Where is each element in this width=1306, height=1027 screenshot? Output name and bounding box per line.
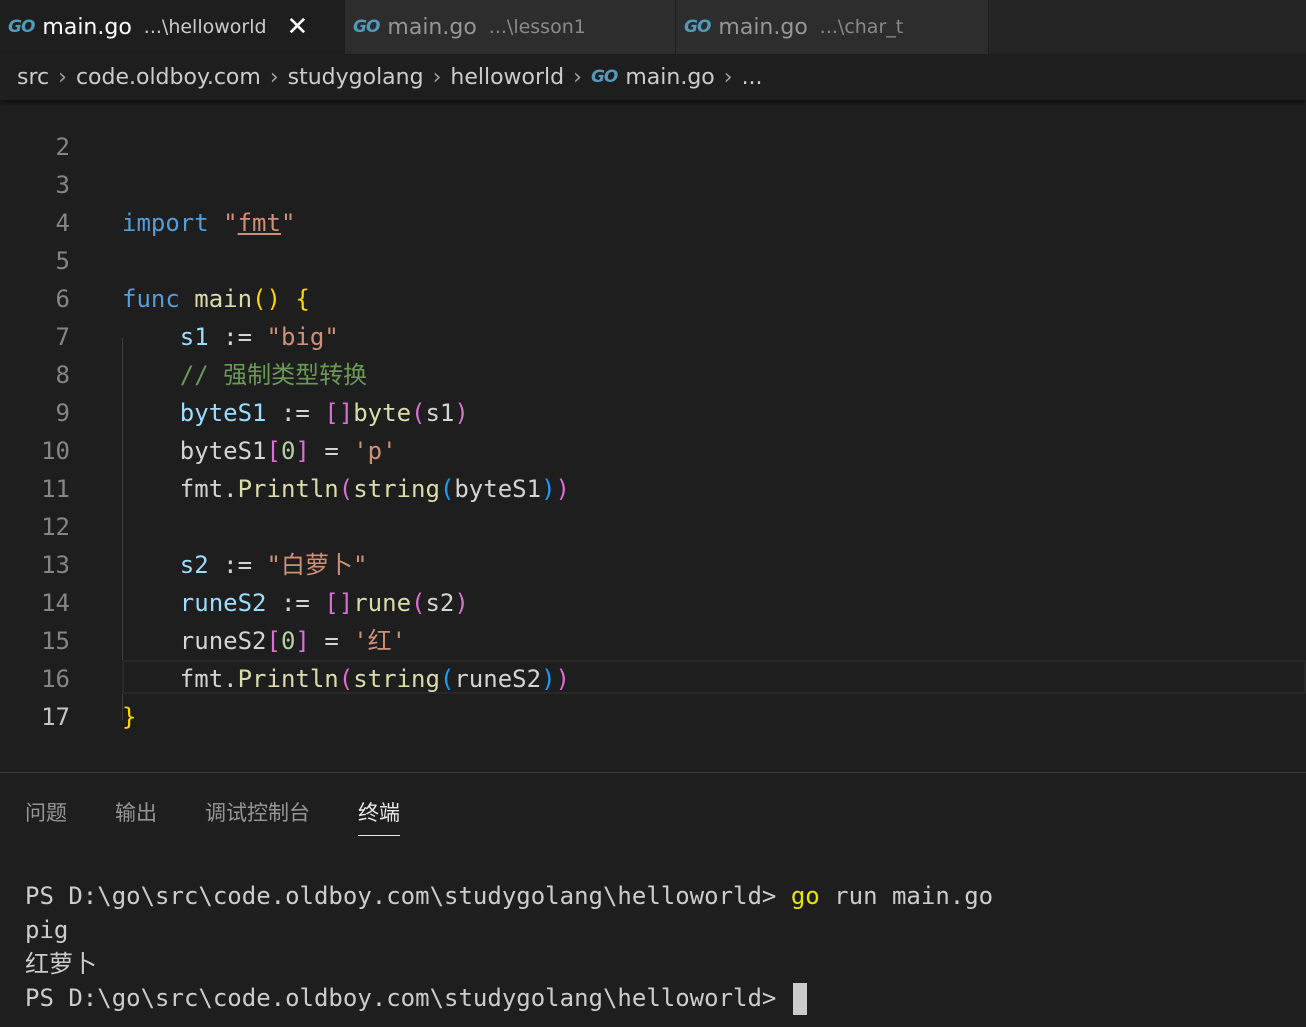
code-editor[interactable]: 2 3 import "fmt" 4 5 func main() { 6 s1 …	[0, 100, 1306, 772]
go-file-icon: GO	[684, 17, 711, 37]
terminal-command-go: go	[790, 882, 820, 910]
terminal-cursor	[792, 983, 807, 1015]
tab-file-path: ...\lesson1	[488, 16, 586, 38]
code-line[interactable]: 5 func main() {	[0, 204, 1306, 313]
code-line[interactable]: 8 byteS1 := []byte(s1)	[0, 318, 1306, 427]
code-line[interactable]: 16 }	[0, 622, 1306, 731]
tab-problems[interactable]: 问题	[25, 797, 67, 836]
terminal-line: PS D:\go\src\code.oldboy.com\studygolang…	[25, 981, 993, 1015]
tab-terminal[interactable]: 终端	[358, 797, 400, 836]
code-line[interactable]: 11	[0, 432, 1306, 503]
breadcrumb-item-symbols[interactable]: ...	[742, 65, 763, 90]
code-line[interactable]: 4	[0, 166, 1306, 237]
chevron-right-icon: ›	[432, 64, 442, 90]
code-line[interactable]: 2	[0, 100, 1306, 161]
tab-main-go-helloworld[interactable]: GO main.go ...\helloworld ✕	[0, 0, 345, 54]
chevron-right-icon: ›	[269, 64, 279, 90]
chevron-right-icon: ›	[58, 64, 67, 90]
tab-file-name: main.go	[718, 14, 808, 40]
terminal-command-args: run main.go	[819, 882, 994, 910]
code-line[interactable]: 6 s1 := "big"	[0, 242, 1306, 351]
tab-main-go-char-t[interactable]: GO main.go ...\char_t	[676, 0, 989, 54]
tab-output[interactable]: 输出	[115, 797, 157, 836]
code-line[interactable]: 7 // 强制类型转换	[0, 280, 1306, 389]
breadcrumb-item-studygolang[interactable]: studygolang	[288, 65, 424, 90]
breadcrumb-item-code-oldboy-com[interactable]: code.oldboy.com	[76, 65, 261, 90]
code-token: }	[122, 703, 137, 731]
code-line[interactable]: 17	[0, 660, 1306, 731]
code-line[interactable]: 12 s2 := "白萝卜"	[0, 470, 1306, 579]
code-line[interactable]: 9 byteS1[0] = 'p'	[0, 356, 1306, 465]
editor-tab-bar: GO main.go ...\helloworld ✕ GO main.go .…	[0, 0, 1306, 54]
code-line[interactable]: 10 fmt.Println(string(byteS1))	[0, 394, 1306, 503]
terminal[interactable]: PS D:\go\src\code.oldboy.com\studygolang…	[25, 879, 993, 1015]
code-line[interactable]: 13 runeS2 := []rune(s2)	[0, 508, 1306, 617]
code-line[interactable]: 3 import "fmt"	[0, 128, 1306, 237]
terminal-line: PS D:\go\src\code.oldboy.com\studygolang…	[25, 879, 993, 913]
tab-debug-console[interactable]: 调试控制台	[205, 797, 310, 836]
tab-file-name: main.go	[42, 14, 132, 40]
bottom-panel: 问题 输出 调试控制台 终端 PS D:\go\src\code.oldboy.…	[0, 772, 1306, 1027]
tab-file-name: main.go	[387, 14, 477, 40]
go-file-icon: GO	[590, 67, 618, 87]
tab-main-go-lesson1[interactable]: GO main.go ...\lesson1	[345, 0, 676, 54]
chevron-right-icon: ›	[573, 64, 582, 90]
code-line[interactable]: 15 fmt.Println(string(runeS2))	[0, 584, 1306, 693]
terminal-output: 红萝卜	[25, 950, 97, 978]
breadcrumb-item-main-go[interactable]: main.go	[625, 65, 714, 90]
close-icon[interactable]: ✕	[287, 14, 309, 40]
terminal-output: pig	[25, 916, 69, 944]
terminal-prompt: PS D:\go\src\code.oldboy.com\studygolang…	[25, 984, 791, 1012]
go-file-icon: GO	[353, 17, 380, 37]
breadcrumb-item-src[interactable]: src	[17, 65, 49, 90]
line-number: 17	[41, 703, 70, 731]
chevron-right-icon: ›	[723, 64, 733, 90]
tab-file-path: ...\char_t	[819, 16, 904, 38]
breadcrumb-item-helloworld[interactable]: helloworld	[450, 65, 564, 90]
go-file-icon: GO	[8, 17, 35, 37]
tab-file-path: ...\helloworld	[143, 16, 267, 38]
code-line[interactable]: 14 runeS2[0] = '红'	[0, 546, 1306, 655]
breadcrumb: src › code.oldboy.com › studygolang › he…	[0, 54, 1306, 100]
panel-tabs: 问题 输出 调试控制台 终端	[25, 797, 448, 836]
terminal-prompt: PS D:\go\src\code.oldboy.com\studygolang…	[25, 882, 791, 910]
